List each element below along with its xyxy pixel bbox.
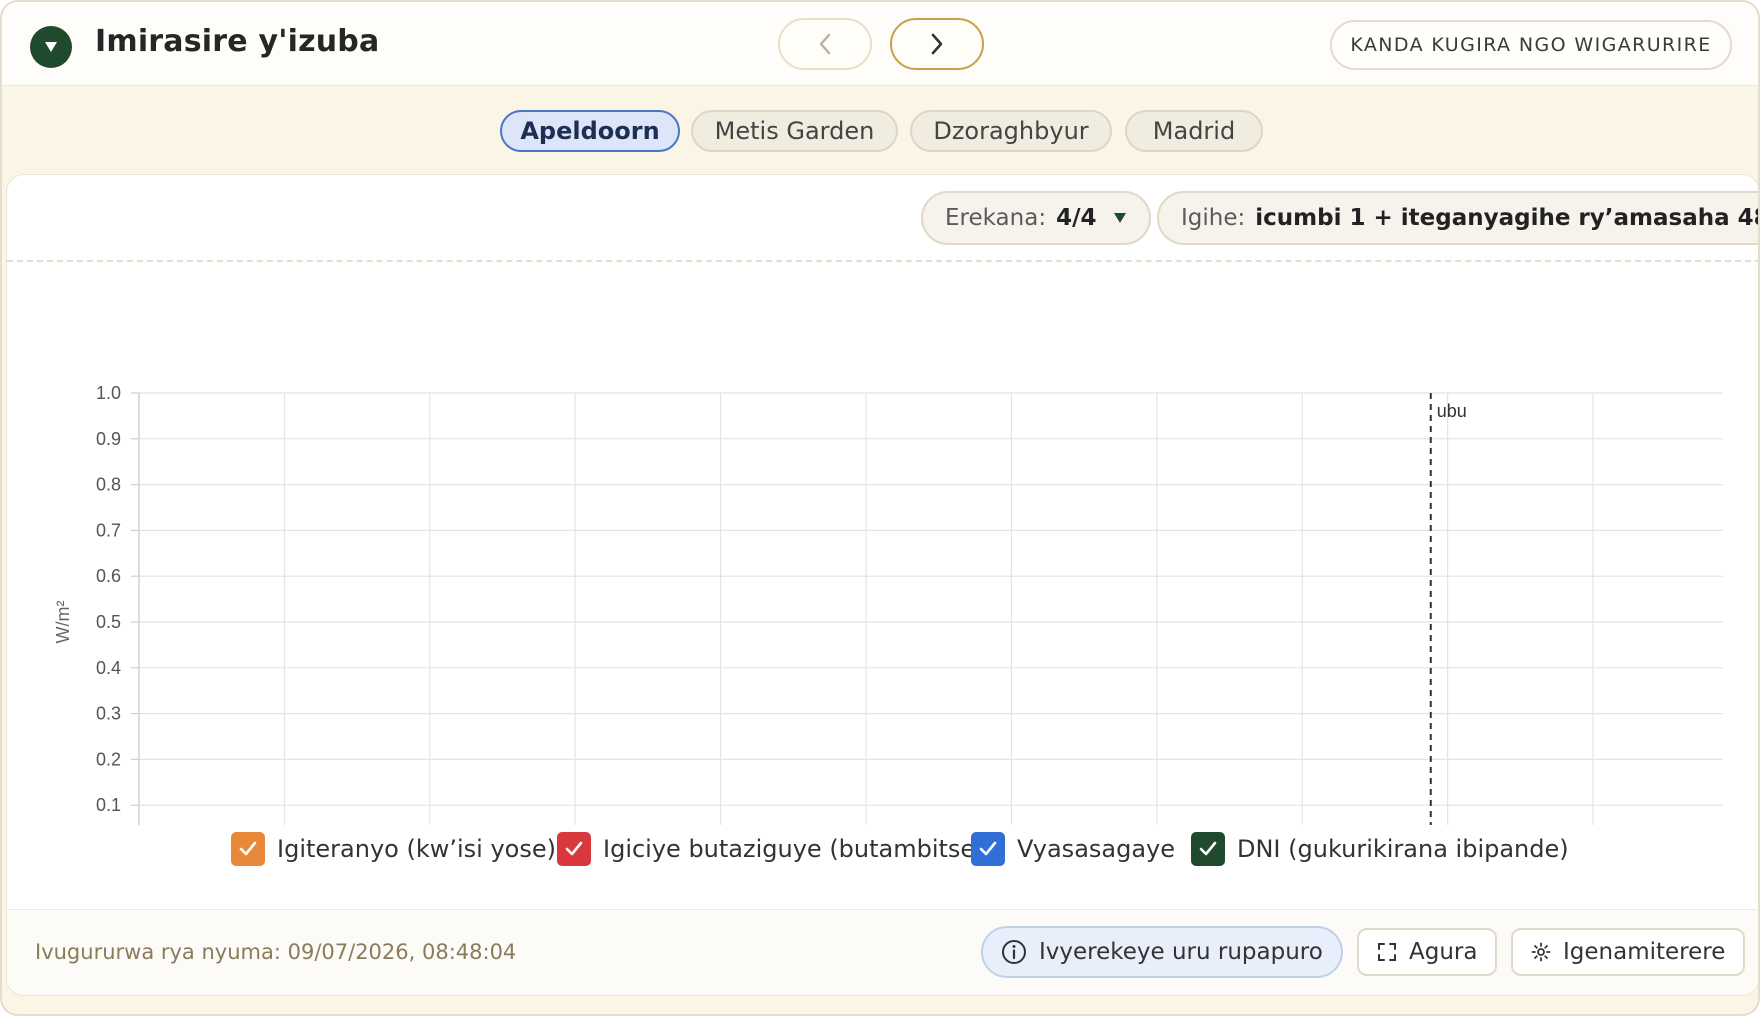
gear-icon (1531, 942, 1551, 962)
about-page-button[interactable]: Ivyerekeye uru rupapuro (981, 926, 1343, 978)
tab-metis-garden[interactable]: Metis Garden (691, 110, 898, 152)
expand-label: Agura (1409, 939, 1478, 965)
y-axis-label: W/m² (53, 601, 73, 644)
legend-item-direct[interactable]: Igiciye butaziguye (butambitse) (557, 829, 985, 869)
legend-label: Igiteranyo (kw’isi yose) (277, 835, 556, 863)
y-tick-label: 0.3 (96, 704, 121, 724)
settings-button[interactable]: Igenamiterere (1511, 928, 1746, 976)
tab-madrid[interactable]: Madrid (1125, 110, 1263, 152)
card-header: Imirasire y'izuba KANDA KUGIRA NGO WIGAR… (2, 2, 1758, 86)
last-updated-text: Ivugururwa rya nyuma: 09/07/2026, 08:48:… (35, 940, 517, 964)
y-tick-label: 0.2 (96, 749, 121, 769)
next-button[interactable] (890, 18, 984, 70)
triangle-down-icon (45, 42, 57, 52)
period-label: Igihe: (1181, 205, 1246, 231)
period-value: icumbi 1 + iteganyagihe ry’amasaha 48 (1255, 205, 1760, 231)
period-selector[interactable]: Igihe: icumbi 1 + iteganyagihe ry’amasah… (1157, 191, 1760, 245)
location-tabs: Apeldoorn Metis Garden Dzoraghbyur Madri… (2, 87, 1758, 157)
page-title: Imirasire y'izuba (95, 24, 380, 59)
tab-dzoraghbyur[interactable]: Dzoraghbyur (910, 110, 1112, 152)
y-tick-label: 0.8 (96, 475, 121, 495)
legend-label: Igiciye butaziguye (butambitse) (603, 835, 985, 863)
y-tick-label: 0.6 (96, 566, 121, 586)
legend-label: Vyasasagaye (1017, 835, 1176, 863)
divider (7, 260, 1758, 262)
about-page-label: Ivyerekeye uru rupapuro (1039, 939, 1323, 965)
tab-apeldoorn[interactable]: Apeldoorn (500, 110, 680, 152)
channels-label: Erekana: (945, 205, 1047, 231)
previous-button[interactable] (778, 18, 872, 70)
expand-button[interactable]: Agura (1357, 928, 1498, 976)
checkbox-checked-icon[interactable] (231, 832, 265, 866)
y-tick-label: 1.0 (96, 383, 121, 403)
irradiance-chart: 00.10.20.30.40.50.60.70.80.91.008:00 02/… (53, 383, 1723, 825)
chevron-left-icon (819, 33, 831, 55)
channels-selector[interactable]: Erekana: 4/4 (921, 191, 1151, 245)
switch-control-button[interactable]: KANDA KUGIRA NGO WIGARURIRE (1330, 20, 1732, 70)
caret-down-icon (1113, 213, 1126, 223)
chevron-right-icon (931, 33, 943, 55)
settings-label: Igenamiterere (1563, 939, 1726, 965)
checkbox-checked-icon[interactable] (971, 832, 1005, 866)
legend-item-global[interactable]: Igiteranyo (kw’isi yose) (231, 829, 556, 869)
y-tick-label: 0.5 (96, 612, 121, 632)
y-tick-label: 0.7 (96, 520, 121, 540)
collapse-button[interactable] (30, 26, 72, 68)
now-marker-label: ubu (1437, 401, 1467, 421)
chart-panel: Erekana: 4/4 Igihe: icumbi 1 + iteganyag… (6, 174, 1760, 996)
legend-item-diffuse[interactable]: Vyasasagaye (971, 829, 1175, 869)
checkbox-checked-icon[interactable] (1191, 832, 1225, 866)
checkbox-checked-icon[interactable] (557, 832, 591, 866)
solar-radiation-card: Imirasire y'izuba KANDA KUGIRA NGO WIGAR… (0, 0, 1760, 1016)
channels-value: 4/4 (1056, 205, 1097, 231)
info-icon (1002, 940, 1026, 964)
y-tick-label: 0.4 (96, 658, 121, 678)
legend-item-dni[interactable]: DNI (gukurikirana ibipande) (1191, 829, 1569, 869)
y-tick-label: 0.1 (96, 795, 121, 815)
panel-footer: Ivugururwa rya nyuma: 09/07/2026, 08:48:… (7, 909, 1758, 995)
expand-icon (1378, 943, 1396, 961)
y-tick-label: 0.9 (96, 429, 121, 449)
legend-label: DNI (gukurikirana ibipande) (1237, 835, 1569, 863)
